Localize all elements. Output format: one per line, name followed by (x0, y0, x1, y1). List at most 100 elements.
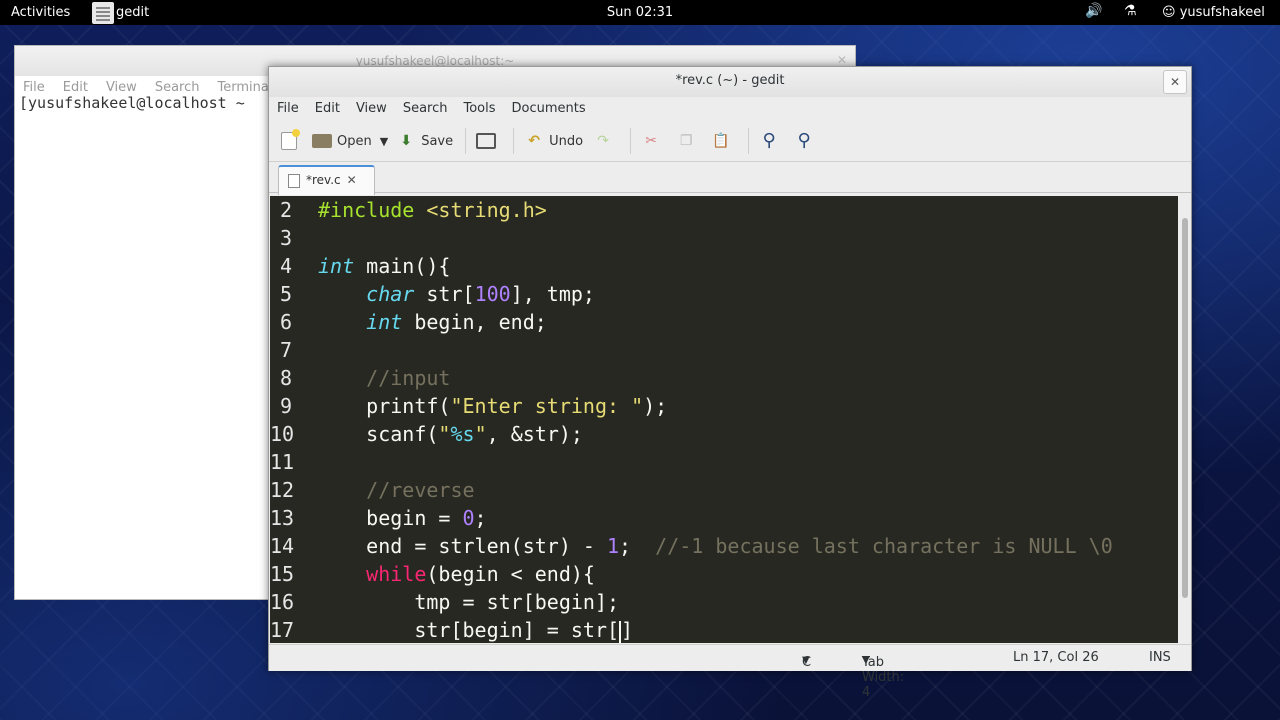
code-token: ; (619, 534, 656, 558)
user-name: yusufshakeel (1179, 5, 1265, 20)
toolbar-separator (513, 128, 515, 154)
code-token: <string.h> (426, 198, 547, 222)
window-title: *rev.c (~) - gedit (675, 73, 785, 88)
close-icon[interactable]: ✕ (1163, 70, 1187, 94)
menu-edit[interactable]: Edit (315, 97, 340, 121)
code-line: #include <string.h> (318, 198, 547, 222)
code-token: 1 (607, 534, 620, 558)
code-line: //reverse (318, 478, 474, 502)
paste-button[interactable]: 📋 (707, 125, 740, 157)
code-token: ; (474, 506, 487, 530)
code-line: int begin, end; (318, 310, 547, 334)
cut-icon: ✂ (645, 133, 657, 149)
menu-file[interactable]: File (277, 97, 299, 121)
line-number: 2 (279, 198, 292, 222)
code-token: main(){ (354, 254, 451, 278)
cut-button[interactable]: ✂ (637, 125, 670, 157)
line-number: 6 (279, 310, 292, 334)
line-number: 17 (270, 618, 295, 642)
menu-documents[interactable]: Documents (512, 97, 586, 121)
menu-search[interactable]: Search (403, 97, 448, 121)
code-token: //input (366, 366, 451, 390)
code-token: 0 (462, 506, 475, 530)
terminal-close-icon[interactable]: ✕ (837, 53, 847, 67)
code-token: %s (450, 422, 475, 446)
user-icon: ☺ (1162, 5, 1176, 20)
code-token: #include (318, 198, 415, 222)
code-token: "Enter string: " (450, 394, 644, 418)
code-token: str[begin] = str[ (414, 618, 620, 642)
undo-icon: ↶ (528, 133, 540, 149)
find-button[interactable]: ⚲ (755, 125, 788, 157)
code-line: scanf("%s", &str); (318, 422, 583, 446)
vertical-scrollbar[interactable] (1179, 196, 1190, 643)
chevron-down-icon: ▼ (802, 655, 810, 666)
accessibility-icon[interactable]: ⚗ (1124, 3, 1137, 19)
code-token: while (366, 562, 427, 586)
code-token: tmp = str[begin]; (414, 590, 620, 614)
open-button[interactable]: Open (308, 125, 376, 157)
code-token: printf( (366, 394, 451, 418)
code-token: end = strlen(str) - (366, 534, 607, 558)
menubar: File Edit View Search Tools Documents (269, 97, 1191, 121)
line-number: 8 (279, 366, 292, 390)
copy-icon: ❐ (679, 133, 693, 149)
chevron-down-icon: ▼ (862, 655, 870, 666)
tab-bar: *rev.c ✕ (269, 162, 1191, 195)
volume-icon[interactable]: 🔊 (1085, 3, 1102, 19)
toolbar: Open ▼ ⬇ Save ↶ Undo ↷ ✂ ❐ 📋 ⚲ ⚲ (269, 121, 1191, 162)
new-document-icon (281, 129, 300, 150)
toolbar-separator (748, 128, 750, 154)
code-line: printf("Enter string: "); (318, 394, 667, 418)
gedit-window[interactable]: *rev.c (~) - gedit ✕ File Edit View Sear… (268, 66, 1192, 700)
code-token: begin, end; (402, 310, 547, 334)
line-number-gutter: 2 3 4 5 6 7 8 9 10 11 12 13 14 15 16 17 (270, 196, 314, 643)
code-token: 100 (474, 282, 511, 306)
save-icon: ⬇ (400, 133, 413, 149)
find-replace-icon: ⚲ (797, 130, 811, 151)
code-line: tmp = str[begin]; (318, 590, 619, 614)
user-menu[interactable]: ☺ yusufshakeel (1162, 5, 1265, 20)
code-token: " (438, 422, 451, 446)
tab-close-icon[interactable]: ✕ (347, 173, 357, 187)
code-token: char (366, 282, 415, 306)
scrollbar-thumb[interactable] (1182, 218, 1188, 598)
print-button[interactable] (472, 125, 505, 157)
redo-button[interactable]: ↷ (589, 125, 622, 157)
code-token: ] (621, 618, 634, 642)
menu-tools[interactable]: Tools (463, 97, 495, 121)
open-label: Open (337, 133, 372, 149)
code-line: char str[100], tmp; (318, 282, 595, 306)
tab-label: *rev.c (306, 173, 341, 187)
undo-button[interactable]: ↶ Undo (520, 125, 587, 157)
save-button[interactable]: ⬇ Save (392, 125, 457, 157)
code-token: " (474, 422, 487, 446)
code-token: //-1 because last character is NULL \0 (655, 534, 1113, 558)
code-token: , &str); (486, 422, 583, 446)
open-dropdown-button[interactable]: ▼ (378, 125, 390, 157)
find-replace-button[interactable]: ⚲ (790, 125, 823, 157)
cursor-position: Ln 17, Col 26 (1013, 650, 1099, 665)
line-number: 13 (270, 506, 295, 530)
code-line: begin = 0; (318, 506, 487, 530)
new-document-button[interactable] (277, 125, 306, 157)
code-token: ], tmp; (510, 282, 595, 306)
insert-mode: INS (1149, 650, 1171, 665)
code-token: (begin < end){ (426, 562, 595, 586)
code-token: str[ (414, 282, 475, 306)
line-number: 11 (270, 450, 295, 474)
code-editor[interactable]: 2 3 4 5 6 7 8 9 10 11 12 13 14 15 16 17 … (270, 196, 1178, 643)
status-bar: C ▼ Tab Width: 4 ▼ Ln 17, Col 26 INS (269, 644, 1191, 700)
document-icon (288, 173, 300, 188)
undo-label: Undo (549, 133, 584, 149)
tab-rev-c[interactable]: *rev.c ✕ (278, 165, 375, 195)
toolbar-separator (630, 128, 632, 154)
code-line: //input (318, 366, 450, 390)
code-token: ); (643, 394, 668, 418)
code-line: int main(){ (318, 254, 450, 278)
top-bar: Activities gedit Sun 02:31 🔊 ⚗ ☺ yusufsh… (0, 0, 1280, 25)
copy-button[interactable]: ❐ (672, 125, 705, 157)
menu-view[interactable]: View (356, 97, 387, 121)
folder-icon (312, 134, 332, 148)
code-line: str[begin] = str[] (318, 618, 633, 643)
